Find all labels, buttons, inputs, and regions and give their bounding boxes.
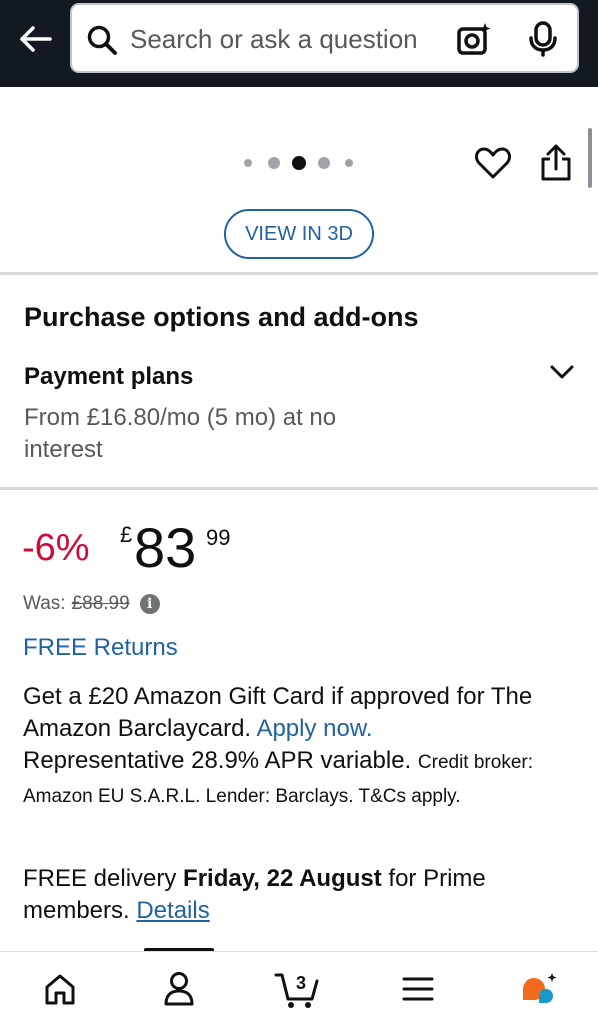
delivery-info: FREE delivery Friday, 22 August for Prim…: [23, 863, 573, 927]
camera-sparkle-icon[interactable]: [456, 21, 492, 57]
nav-cart[interactable]: 3: [274, 966, 320, 1012]
carousel-dot-active[interactable]: [292, 156, 306, 170]
nav-account[interactable]: [156, 966, 202, 1012]
carousel-dot[interactable]: [318, 157, 330, 169]
bottom-nav: 3: [0, 951, 598, 1024]
arrow-left-icon: [20, 26, 52, 52]
price-whole: 83: [134, 516, 197, 579]
carousel-dot[interactable]: [345, 159, 353, 167]
share-icon[interactable]: [537, 142, 575, 182]
nav-home[interactable]: [37, 966, 83, 1012]
top-bar: [0, 0, 598, 87]
back-button[interactable]: [14, 18, 56, 60]
payment-plans-description: From £16.80/mo (5 mo) at no interest: [24, 404, 337, 463]
apply-now-link[interactable]: Apply now.: [256, 715, 372, 742]
search-input[interactable]: [130, 21, 450, 57]
search-icon: [87, 25, 117, 55]
was-price: £88.99: [71, 593, 130, 614]
chevron-down-icon[interactable]: [548, 358, 576, 386]
delivery-date: Friday, 22 August: [183, 865, 382, 892]
free-returns-link[interactable]: FREE Returns: [23, 634, 178, 662]
payment-plans-title: Payment plans: [24, 363, 194, 390]
was-label: Was:: [23, 593, 66, 614]
purchase-options-title: Purchase options and add-ons: [24, 302, 419, 332]
delivery-prefix: FREE delivery: [23, 865, 184, 892]
scrollbar[interactable]: [588, 128, 592, 188]
discount-percentage: -6%: [22, 527, 90, 569]
gift-card-offer: Get a £20 Amazon Gift Card if approved f…: [23, 681, 583, 813]
carousel-dot[interactable]: [268, 157, 280, 169]
details-link[interactable]: Details: [136, 897, 209, 924]
home-icon: [45, 974, 75, 1005]
price-fraction: 99: [206, 525, 231, 550]
cart-icon: 3: [274, 973, 319, 1008]
section-divider: [0, 487, 598, 490]
section-divider: [0, 272, 598, 275]
nav-menu[interactable]: [395, 966, 441, 1012]
view-in-3d-button[interactable]: VIEW IN 3D: [224, 209, 374, 259]
rufus-icon: [523, 973, 557, 1003]
cart-count: 3: [296, 973, 306, 993]
menu-icon: [402, 977, 434, 1001]
carousel-dot[interactable]: [244, 159, 252, 167]
was-price-row: Was: £88.99 i: [23, 593, 160, 615]
info-icon[interactable]: i: [139, 594, 160, 614]
nav-rufus[interactable]: [516, 966, 562, 1012]
price-currency: £: [120, 522, 133, 547]
microphone-icon[interactable]: [526, 21, 560, 57]
account-icon: [164, 972, 194, 1006]
apr-text: Representative 28.9% APR variable.: [23, 747, 418, 774]
heart-icon[interactable]: [474, 144, 512, 182]
search-box[interactable]: [70, 3, 579, 73]
